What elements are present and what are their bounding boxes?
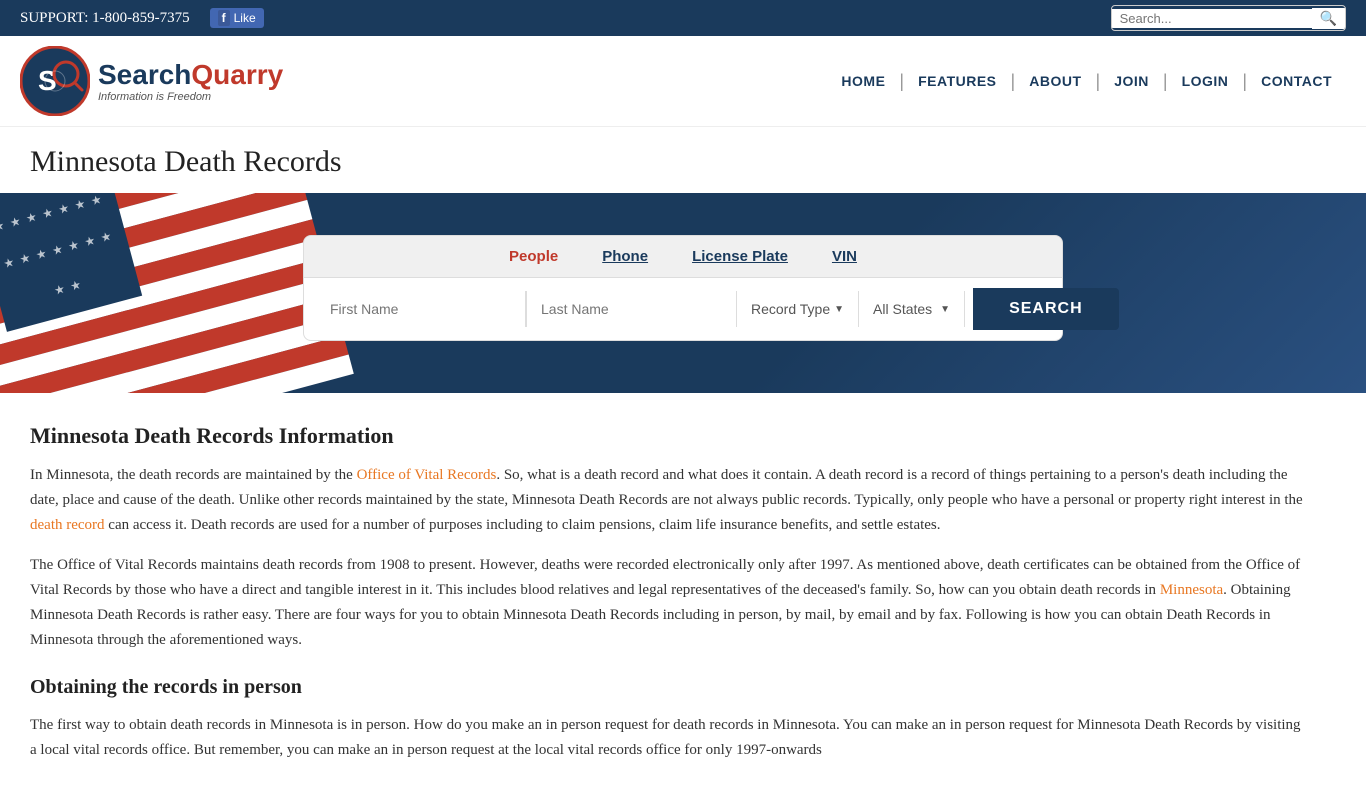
star: ★ — [69, 277, 83, 294]
star: ★ — [89, 193, 103, 209]
logo: S SearchQuarry Information is Freedom — [20, 46, 283, 116]
star: ★ — [0, 218, 6, 235]
tab-vin[interactable]: VIN — [810, 236, 879, 277]
link-office-vital-records[interactable]: Office of Vital Records — [357, 467, 497, 483]
support-text: SUPPORT: 1-800-859-7375 — [20, 10, 190, 27]
tab-license-plate[interactable]: License Plate — [670, 236, 810, 277]
nav-home[interactable]: HOME — [827, 73, 899, 89]
record-type-arrow-icon: ▼ — [834, 304, 844, 315]
star: ★ — [99, 229, 113, 246]
section1-heading: Minnesota Death Records Information — [30, 423, 1310, 449]
nav-login[interactable]: LOGIN — [1168, 73, 1243, 89]
search-button[interactable]: SEARCH — [973, 288, 1119, 330]
all-states-label: All States — [873, 301, 932, 317]
search-widget: People Phone License Plate VIN Record Ty… — [303, 235, 1063, 341]
record-type-dropdown[interactable]: Record Type ▼ — [737, 291, 859, 327]
search-form: Record Type ▼ All States ▼ SEARCH — [303, 277, 1063, 341]
page-title: Minnesota Death Records — [30, 145, 1336, 179]
hero-section: ★ ★ ★ ★ ★ ★ ★ ★ ★ ★ ★ ★ ★ ★ ★ ★ People P… — [0, 193, 1366, 393]
top-search-button[interactable]: 🔍 — [1312, 8, 1345, 29]
star: ★ — [67, 238, 81, 255]
top-bar: SUPPORT: 1-800-859-7375 Like 🔍 — [0, 0, 1366, 36]
tab-phone[interactable]: Phone — [580, 236, 670, 277]
content-section: Minnesota Death Records Information In M… — [0, 393, 1340, 809]
main-nav: HOME | FEATURES | ABOUT | JOIN | LOGIN |… — [827, 71, 1346, 92]
record-type-label: Record Type — [751, 301, 830, 317]
star: ★ — [41, 205, 55, 222]
star: ★ — [34, 247, 48, 264]
state-dropdown[interactable]: All States ▼ — [859, 291, 965, 327]
header: S SearchQuarry Information is Freedom HO… — [0, 36, 1366, 127]
logo-text: SearchQuarry Information is Freedom — [98, 59, 283, 103]
page-title-section: Minnesota Death Records — [0, 127, 1366, 193]
link-minnesota[interactable]: Minnesota — [1160, 582, 1223, 598]
nav-contact[interactable]: CONTACT — [1247, 73, 1346, 89]
nav-features[interactable]: FEATURES — [904, 73, 1010, 89]
top-search-input[interactable] — [1112, 9, 1312, 28]
top-search-bar[interactable]: 🔍 — [1111, 5, 1346, 31]
star: ★ — [73, 196, 87, 213]
star: ★ — [57, 201, 71, 218]
search-tabs: People Phone License Plate VIN — [303, 235, 1063, 277]
logo-tagline: Information is Freedom — [98, 91, 283, 103]
section2-heading: Obtaining the records in person — [30, 676, 1310, 699]
first-name-input[interactable] — [316, 291, 526, 327]
last-name-input[interactable] — [526, 291, 737, 327]
star: ★ — [83, 234, 97, 251]
logo-search: Search — [98, 59, 191, 90]
star: ★ — [8, 214, 22, 231]
content-para3: The first way to obtain death records in… — [30, 713, 1310, 763]
star: ★ — [24, 209, 38, 226]
star: ★ — [53, 282, 67, 299]
tab-people[interactable]: People — [487, 236, 580, 277]
fb-like-button[interactable]: Like — [210, 8, 264, 28]
logo-icon: S — [20, 46, 90, 116]
content-para2: The Office of Vital Records maintains de… — [30, 553, 1310, 652]
state-dropdown-arrow-icon: ▼ — [940, 304, 950, 315]
nav-about[interactable]: ABOUT — [1015, 73, 1095, 89]
star: ★ — [2, 255, 16, 272]
nav-join[interactable]: JOIN — [1100, 73, 1163, 89]
logo-name: SearchQuarry — [98, 59, 283, 91]
star: ★ — [18, 251, 32, 268]
star: ★ — [51, 242, 65, 259]
link-death-record[interactable]: death record — [30, 517, 105, 533]
logo-quarry: Quarry — [191, 59, 283, 90]
content-para1: In Minnesota, the death records are main… — [30, 463, 1310, 537]
